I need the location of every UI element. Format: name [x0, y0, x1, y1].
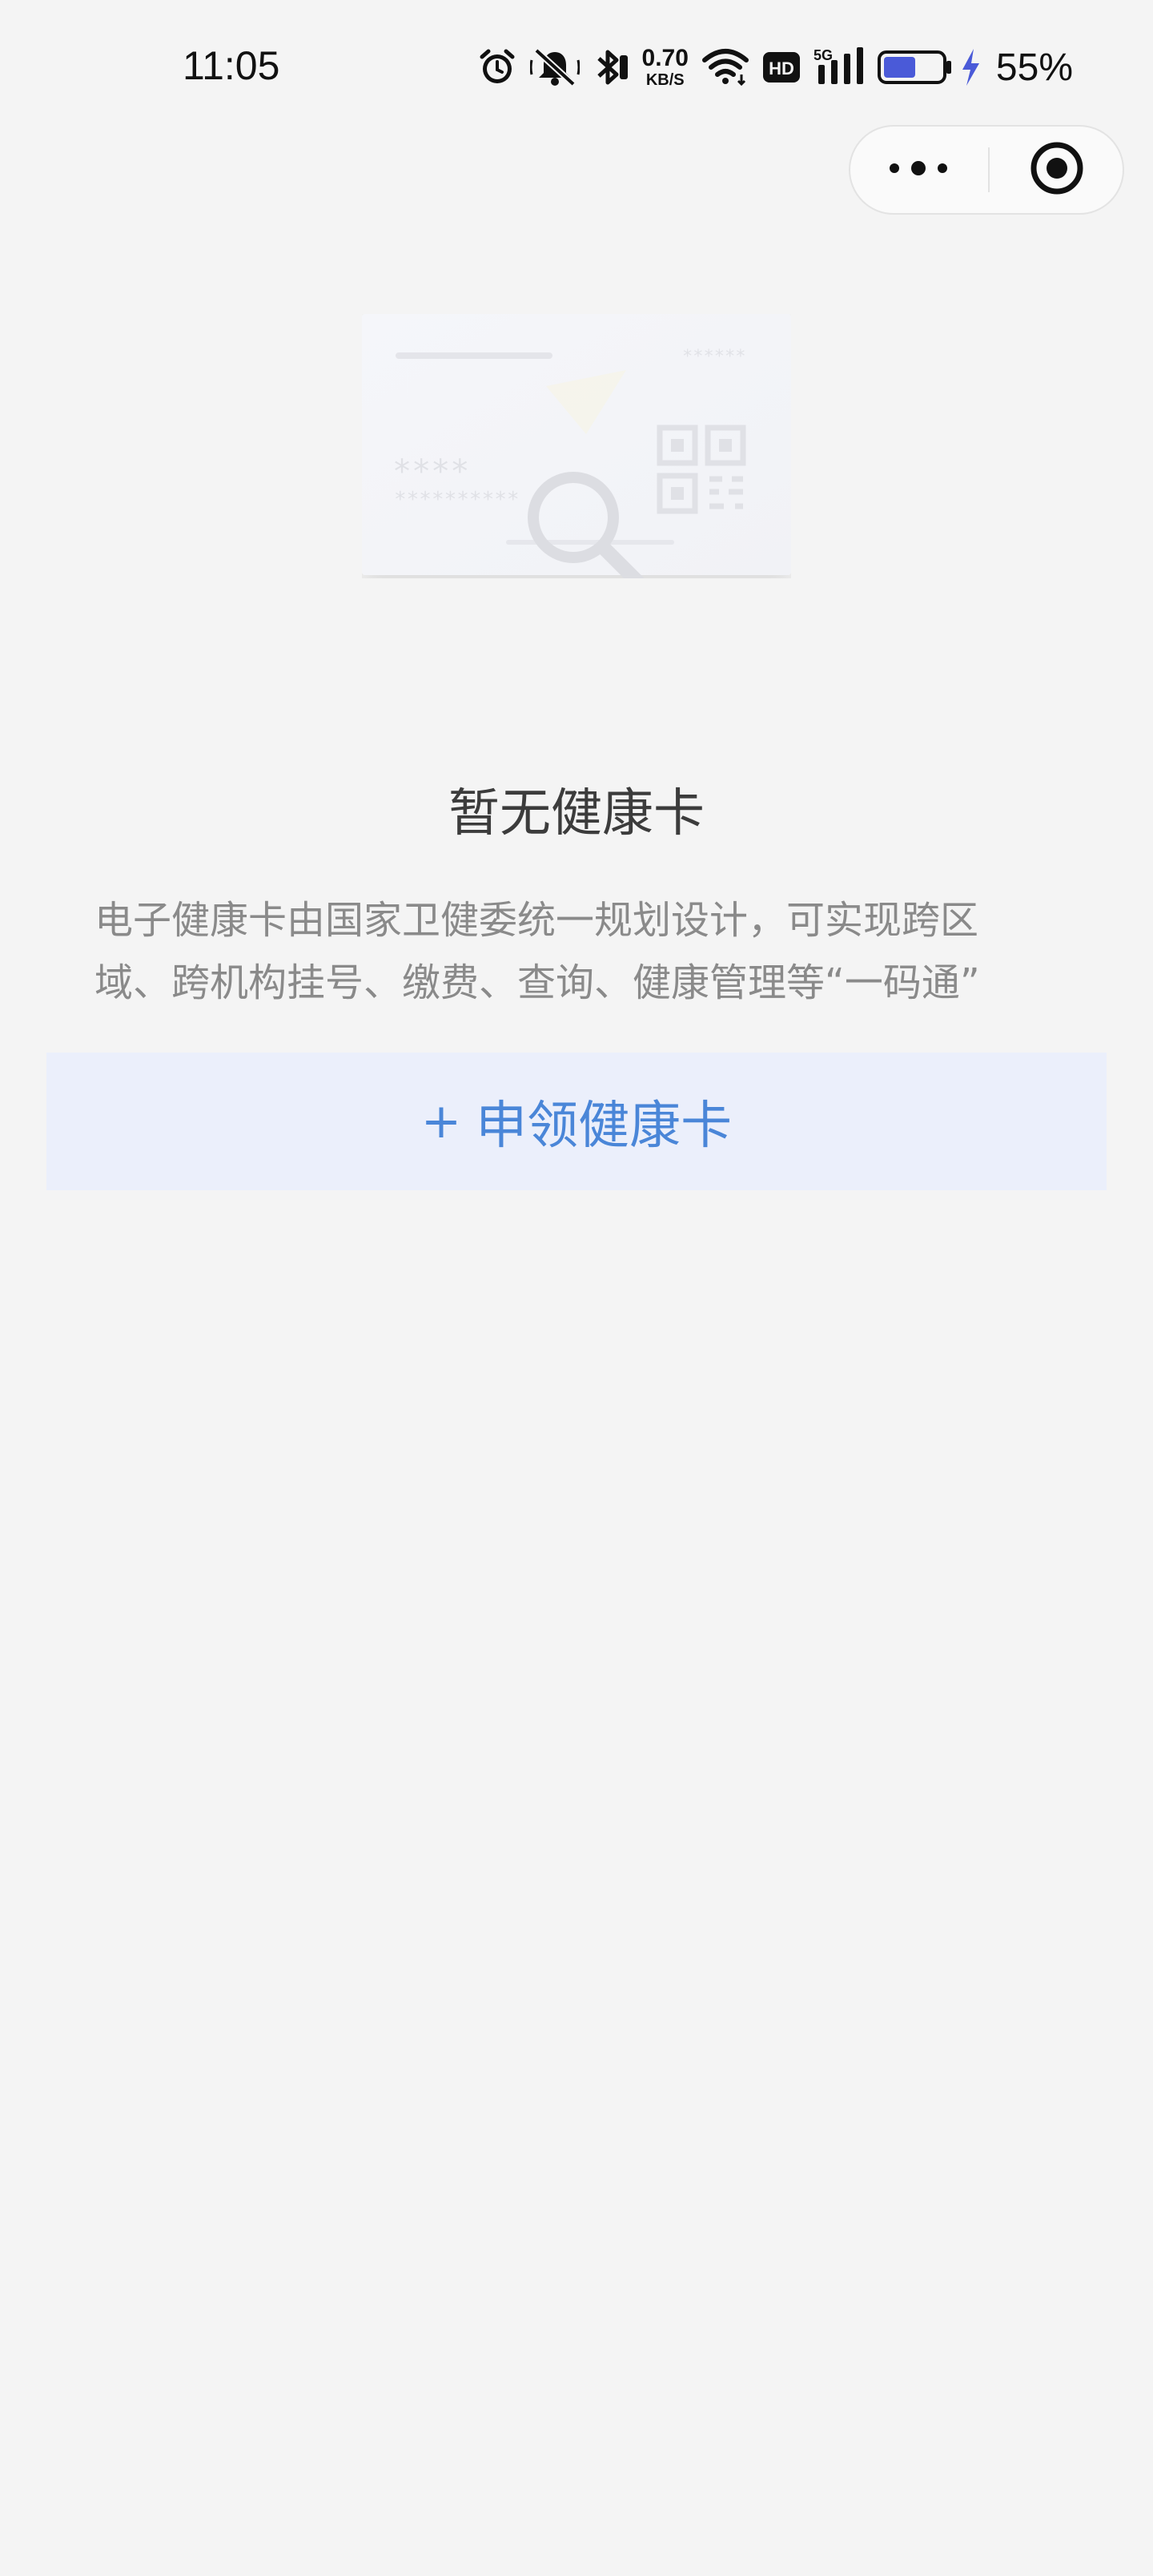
net-speed-unit: KB/S [645, 71, 685, 89]
more-button[interactable] [850, 127, 986, 213]
net-speed-value: 0.70 [641, 45, 689, 71]
apply-button-label: 申领健康卡 [476, 1097, 733, 1156]
mute-icon [529, 42, 580, 93]
target-icon [1029, 140, 1085, 199]
battery-icon [877, 42, 953, 93]
capsule-divider [988, 147, 990, 192]
mini-program-capsule [849, 125, 1124, 215]
hd-label: HD [769, 58, 794, 78]
more-dots-icon [888, 159, 949, 181]
wifi-icon [701, 42, 749, 93]
status-icons: 0.70 KB/S HD 5G 55% [477, 42, 1073, 93]
hd-icon: HD [762, 42, 801, 93]
charging-icon [959, 42, 982, 93]
network-label: 5G [814, 47, 833, 63]
close-button[interactable] [991, 127, 1123, 213]
empty-card-illustration: ****** **** ********** [362, 314, 791, 589]
signal-icon: 5G [814, 42, 865, 93]
net-speed: 0.70 KB/S [642, 42, 689, 93]
battery-percent: 55% [995, 46, 1073, 89]
status-bar: 11:05 0.70 KB/S HD 5G 55% [0, 0, 1153, 128]
masked-top: ****** [682, 347, 745, 367]
masked-name: **** [392, 453, 469, 490]
status-time: 11:05 [183, 43, 280, 88]
alarm-icon [477, 42, 517, 93]
battery-fill [883, 57, 915, 78]
masked-id: ********** [394, 488, 520, 512]
empty-state-description: 电子健康卡由国家卫健委统一规划设计，可实现跨区 域、跨机构挂号、缴费、查询、健康… [94, 898, 980, 1005]
empty-state-title: 暂无健康卡 [448, 784, 705, 843]
apply-health-card-button[interactable]: + 申领健康卡 [46, 1053, 1107, 1190]
plus-icon: + [420, 1093, 462, 1149]
bluetooth-icon [593, 42, 629, 93]
